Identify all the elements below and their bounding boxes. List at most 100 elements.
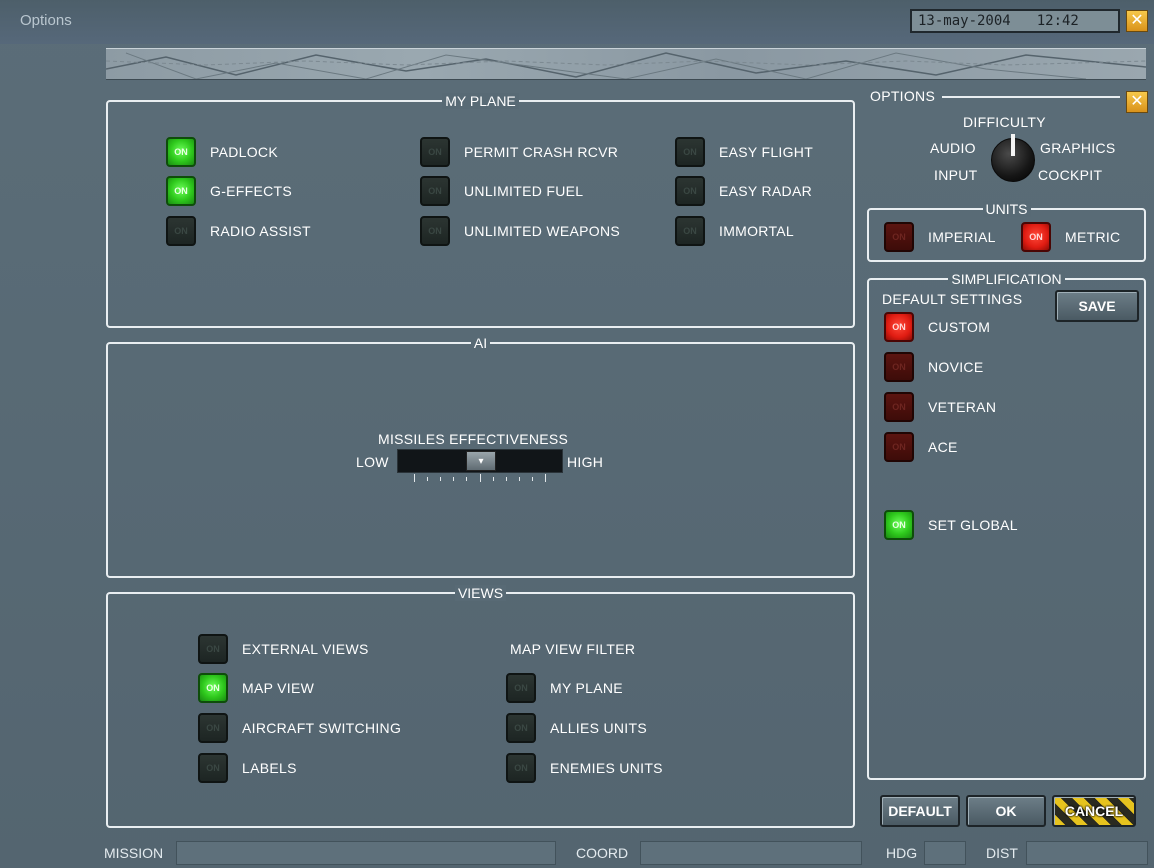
filter-allies-units-toggle[interactable]: ON ALLIES UNITS — [506, 713, 647, 743]
set-global-led[interactable]: ON — [884, 510, 914, 540]
hdg-field — [924, 841, 966, 865]
slider-thumb[interactable]: ▾ — [466, 451, 496, 471]
ace-led[interactable]: ON — [884, 432, 914, 462]
g-effects-led[interactable]: ON — [166, 176, 196, 206]
title-bar: Options 13-may-2004 12:42 ✕ — [0, 0, 1154, 44]
aircraft-switching-led[interactable]: ON — [198, 713, 228, 743]
options-close-icon[interactable]: ✕ — [1126, 91, 1148, 113]
slider-high-label: HIGH — [567, 454, 604, 470]
radio-assist-toggle[interactable]: ON RADIO ASSIST — [166, 216, 311, 246]
g-effects-toggle[interactable]: ON G-EFFECTS — [166, 176, 293, 206]
dist-field — [1026, 841, 1148, 865]
ace-label: ACE — [928, 439, 958, 455]
external-views-label: EXTERNAL VIEWS — [242, 641, 369, 657]
map-view-filter-title: MAP VIEW FILTER — [510, 641, 636, 657]
map-view-led[interactable]: ON — [198, 673, 228, 703]
save-button[interactable]: SAVE — [1055, 290, 1139, 322]
unlimited-fuel-led[interactable]: ON — [420, 176, 450, 206]
map-strip — [106, 48, 1146, 80]
unlimited-weapons-label: UNLIMITED WEAPONS — [464, 223, 621, 239]
date-time-display: 13-may-2004 12:42 — [910, 9, 1120, 33]
filter-my-plane-toggle[interactable]: ON MY PLANE — [506, 673, 623, 703]
views-panel: VIEWS — [106, 585, 855, 828]
close-icon[interactable]: ✕ — [1126, 10, 1148, 32]
filter-my-plane-label: MY PLANE — [550, 680, 623, 696]
filter-enemies-units-label: ENEMIES UNITS — [550, 760, 663, 776]
external-views-toggle[interactable]: ON EXTERNAL VIEWS — [198, 634, 369, 664]
labels-led[interactable]: ON — [198, 753, 228, 783]
hdg-label: HDG — [886, 845, 918, 861]
knob-label-graphics: GRAPHICS — [1040, 140, 1116, 156]
imperial-toggle[interactable]: ON IMPERIAL — [884, 222, 996, 252]
radio-assist-led[interactable]: ON — [166, 216, 196, 246]
simplification-title: SIMPLIFICATION — [948, 271, 1065, 287]
metric-label: METRIC — [1065, 229, 1121, 245]
easy-flight-toggle[interactable]: ON EASY FLIGHT — [675, 137, 813, 167]
custom-toggle[interactable]: ON CUSTOM — [884, 312, 991, 342]
aircraft-switching-toggle[interactable]: ON AIRCRAFT SWITCHING — [198, 713, 401, 743]
unlimited-weapons-led[interactable]: ON — [420, 216, 450, 246]
metric-toggle[interactable]: ON METRIC — [1021, 222, 1121, 252]
options-divider — [942, 96, 1120, 98]
slider-low-label: LOW — [356, 454, 389, 470]
easy-radar-toggle[interactable]: ON EASY RADAR — [675, 176, 812, 206]
padlock-led[interactable]: ON — [166, 137, 196, 167]
options-title: OPTIONS — [870, 88, 936, 104]
veteran-label: VETERAN — [928, 399, 997, 415]
map-view-label: MAP VIEW — [242, 680, 315, 696]
set-global-label: SET GLOBAL — [928, 517, 1018, 533]
external-views-led[interactable]: ON — [198, 634, 228, 664]
novice-led[interactable]: ON — [884, 352, 914, 382]
filter-allies-units-led[interactable]: ON — [506, 713, 536, 743]
veteran-toggle[interactable]: ON VETERAN — [884, 392, 997, 422]
metric-led[interactable]: ON — [1021, 222, 1051, 252]
cancel-button[interactable]: CANCEL — [1052, 795, 1136, 827]
unlimited-weapons-toggle[interactable]: ON UNLIMITED WEAPONS — [420, 216, 621, 246]
mission-label: MISSION — [104, 845, 164, 861]
my-plane-title: MY PLANE — [442, 93, 519, 109]
knob-label-difficulty: DIFFICULTY — [963, 114, 1046, 130]
immortal-led[interactable]: ON — [675, 216, 705, 246]
coord-field — [640, 841, 862, 865]
immortal-toggle[interactable]: ON IMMORTAL — [675, 216, 794, 246]
knob-indicator — [1011, 134, 1015, 156]
default-button[interactable]: DEFAULT — [880, 795, 960, 827]
views-title: VIEWS — [454, 585, 507, 601]
knob-label-input: INPUT — [934, 167, 978, 183]
window-title: Options — [20, 12, 72, 29]
permit-crash-rcvr-label: PERMIT CRASH RCVR — [464, 144, 619, 160]
custom-label: CUSTOM — [928, 319, 991, 335]
filter-enemies-units-led[interactable]: ON — [506, 753, 536, 783]
time-text: 12:42 — [1036, 13, 1079, 29]
ai-title: AI — [470, 335, 491, 351]
padlock-toggle[interactable]: ON PADLOCK — [166, 137, 278, 167]
ok-button[interactable]: OK — [966, 795, 1046, 827]
knob-label-cockpit: COCKPIT — [1038, 167, 1103, 183]
labels-toggle[interactable]: ON LABELS — [198, 753, 297, 783]
imperial-led[interactable]: ON — [884, 222, 914, 252]
filter-enemies-units-toggle[interactable]: ON ENEMIES UNITS — [506, 753, 663, 783]
filter-allies-units-label: ALLIES UNITS — [550, 720, 647, 736]
date-text: 13-may-2004 — [918, 13, 1011, 29]
unlimited-fuel-label: UNLIMITED FUEL — [464, 183, 584, 199]
ace-toggle[interactable]: ON ACE — [884, 432, 958, 462]
novice-label: NOVICE — [928, 359, 984, 375]
my-plane-panel: MY PLANE — [106, 93, 855, 328]
filter-my-plane-led[interactable]: ON — [506, 673, 536, 703]
g-effects-label: G-EFFECTS — [210, 183, 293, 199]
imperial-label: IMPERIAL — [928, 229, 996, 245]
permit-crash-rcvr-led[interactable]: ON — [420, 137, 450, 167]
custom-led[interactable]: ON — [884, 312, 914, 342]
unlimited-fuel-toggle[interactable]: ON UNLIMITED FUEL — [420, 176, 584, 206]
set-global-toggle[interactable]: ON SET GLOBAL — [884, 510, 1018, 540]
easy-radar-led[interactable]: ON — [675, 176, 705, 206]
easy-flight-led[interactable]: ON — [675, 137, 705, 167]
mission-field — [176, 841, 556, 865]
permit-crash-rcvr-toggle[interactable]: ON PERMIT CRASH RCVR — [420, 137, 619, 167]
dist-label: DIST — [986, 845, 1018, 861]
map-view-toggle[interactable]: ON MAP VIEW — [198, 673, 315, 703]
coord-label: COORD — [576, 845, 629, 861]
labels-label: LABELS — [242, 760, 297, 776]
novice-toggle[interactable]: ON NOVICE — [884, 352, 984, 382]
veteran-led[interactable]: ON — [884, 392, 914, 422]
